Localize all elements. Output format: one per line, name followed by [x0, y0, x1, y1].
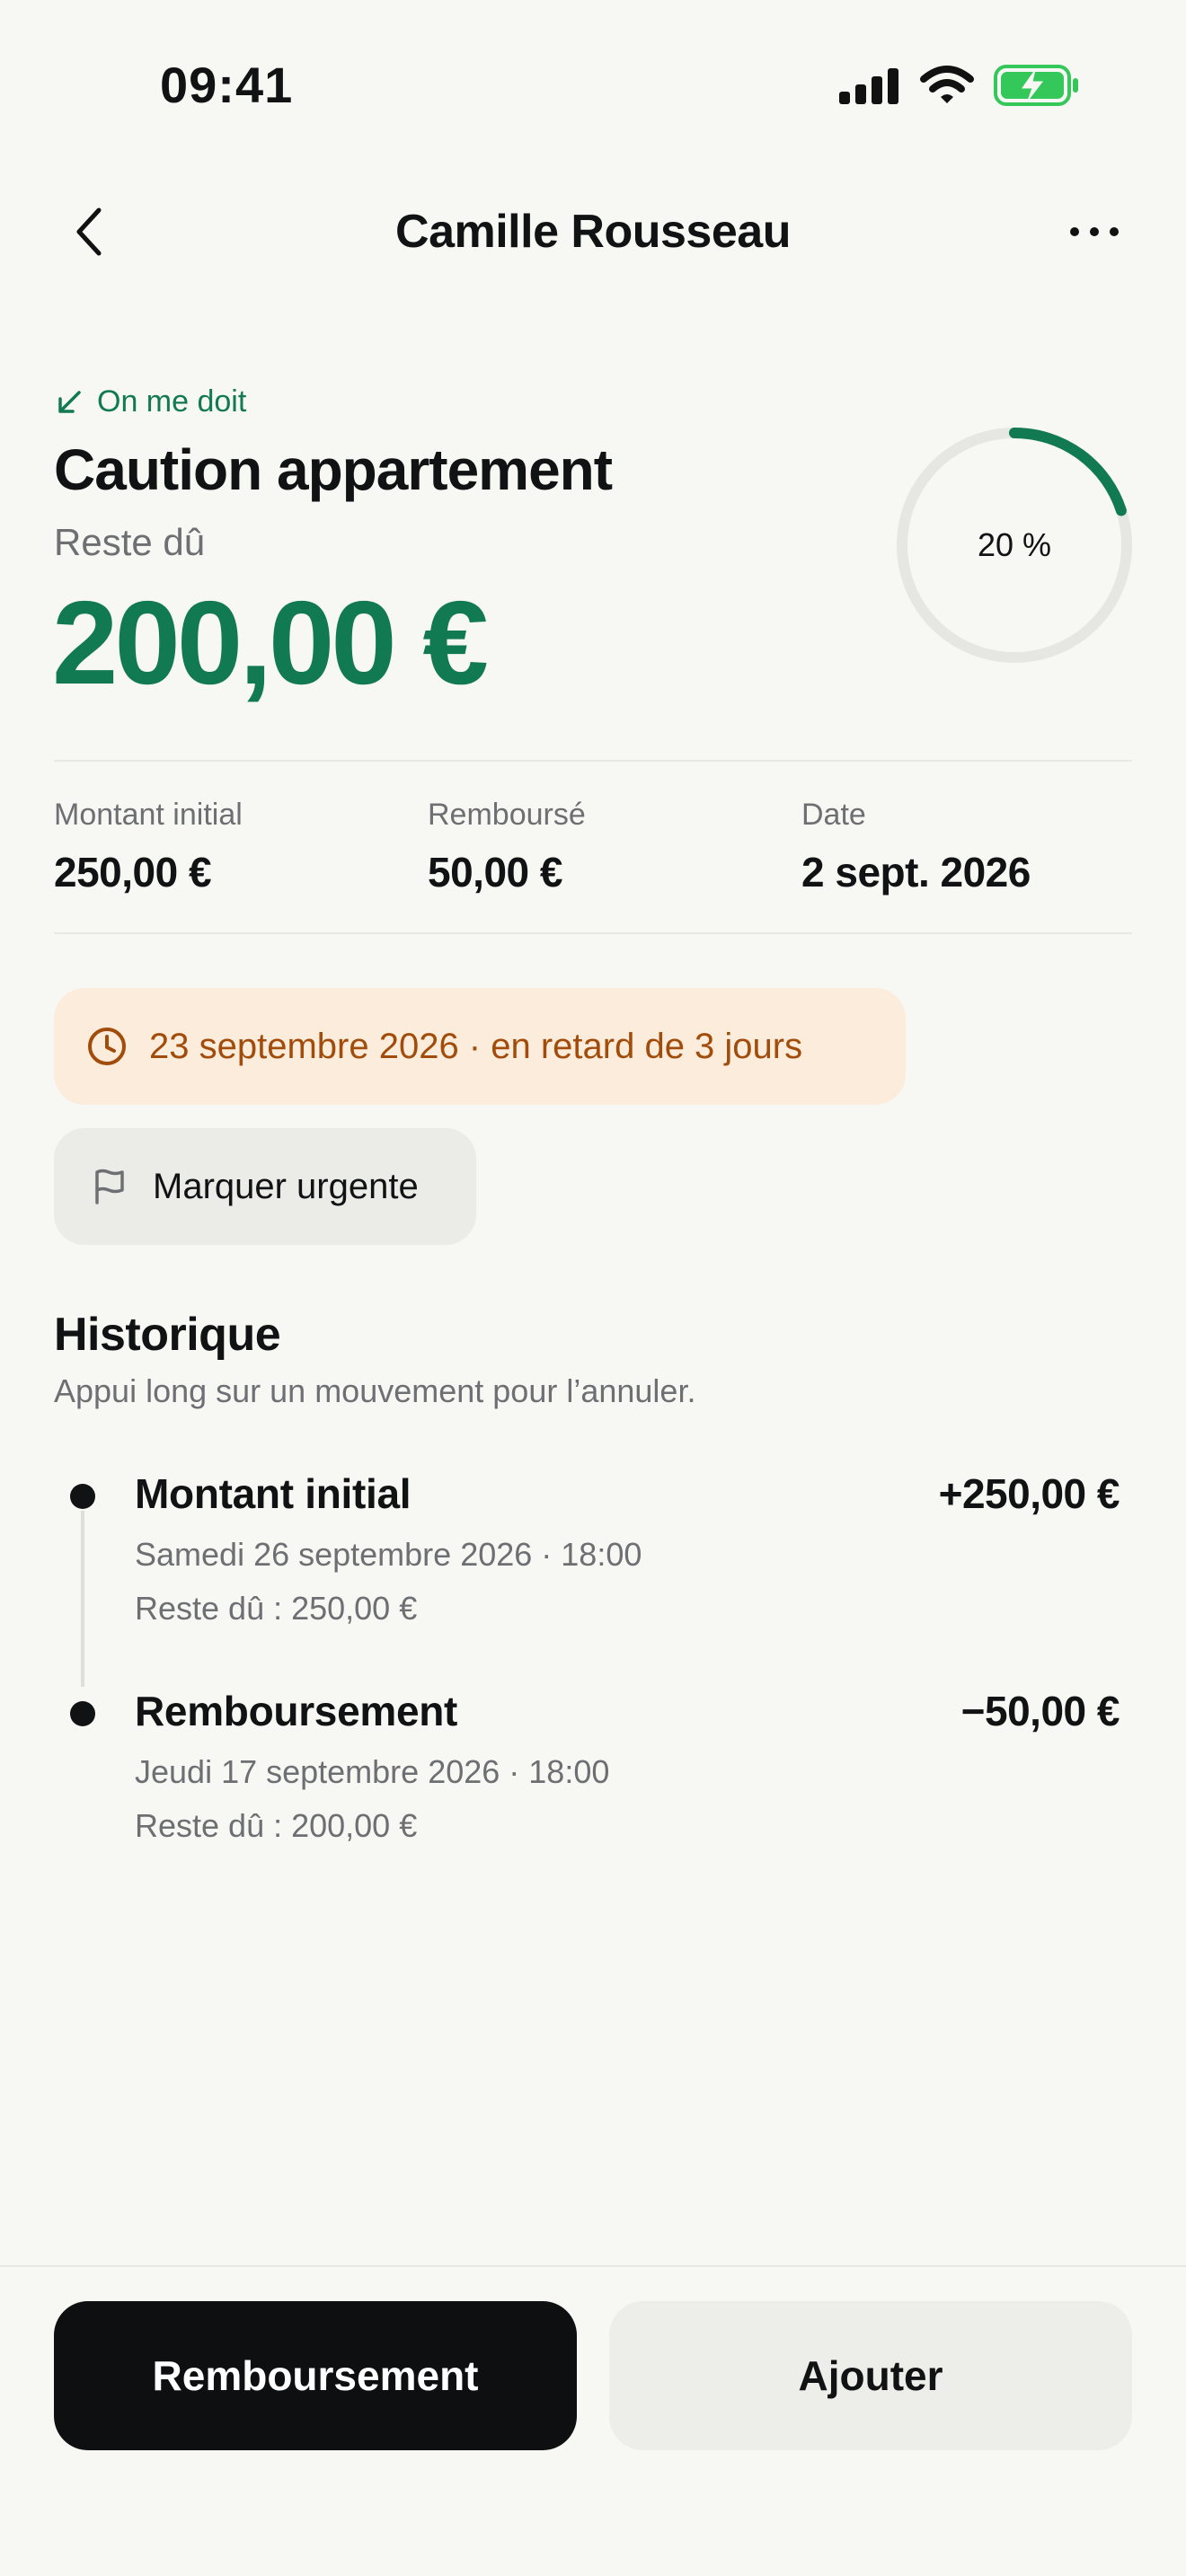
repayment-button[interactable]: Remboursement	[54, 2301, 577, 2450]
stat-date-value: 2 sept. 2026	[801, 849, 1031, 895]
entry-remaining: Reste dû : 200,00 €	[135, 1807, 418, 1844]
history-title: Historique	[54, 1309, 281, 1361]
timeline-line	[81, 1511, 84, 1687]
mark-urgent-button[interactable]: Marquer urgente	[54, 1128, 476, 1245]
entry-datetime: Jeudi 17 septembre 2026 · 18:00	[135, 1753, 610, 1790]
battery-charging-icon	[994, 65, 1078, 106]
entry-title: Remboursement	[135, 1688, 458, 1734]
remaining-amount: 200,00 €	[52, 577, 489, 709]
arrow-down-left-icon	[58, 390, 81, 413]
stat-date-label: Date	[801, 798, 866, 832]
bottom-divider	[0, 2265, 1186, 2267]
add-button[interactable]: Ajouter	[609, 2301, 1132, 2450]
history-subtitle: Appui long sur un mouvement pour l’annul…	[54, 1372, 696, 1409]
status-time: 09:41	[160, 57, 294, 113]
ellipsis-icon[interactable]	[1066, 212, 1123, 251]
entry-amount: −50,00 €	[960, 1688, 1120, 1734]
due-date-text: 23 septembre 2026 · en retard de 3 jours	[149, 1026, 803, 1066]
status-icons	[839, 65, 1080, 106]
flag-icon	[95, 1169, 124, 1204]
stat-initial-value: 250,00 €	[54, 849, 212, 895]
due-date-badge: 23 septembre 2026 · en retard de 3 jours	[54, 988, 906, 1105]
entry-remaining: Reste dû : 250,00 €	[135, 1590, 418, 1627]
entry-amount: +250,00 €	[938, 1470, 1120, 1517]
page-title: Camille Rousseau	[395, 206, 791, 258]
direction-label-row: On me doit	[56, 384, 246, 419]
divider	[54, 932, 1132, 934]
divider	[54, 760, 1132, 762]
debt-title: Caution appartement	[54, 437, 613, 502]
stat-initial-label: Montant initial	[54, 798, 243, 832]
remaining-label: Reste dû	[54, 521, 206, 563]
progress-label: 20 %	[977, 526, 1052, 563]
direction-label: On me doit	[97, 384, 247, 419]
cellular-signal-icon	[839, 68, 898, 104]
stat-repaid-label: Remboursé	[428, 798, 586, 832]
entry-title: Montant initial	[135, 1470, 412, 1517]
timeline-dot	[70, 1484, 95, 1509]
mark-urgent-label: Marquer urgente	[153, 1166, 419, 1206]
entry-datetime: Samedi 26 septembre 2026 · 18:00	[135, 1536, 642, 1573]
wifi-icon	[920, 66, 974, 103]
clock-icon	[88, 1028, 126, 1065]
timeline-dot	[70, 1701, 95, 1726]
stat-repaid-value: 50,00 €	[428, 849, 562, 895]
